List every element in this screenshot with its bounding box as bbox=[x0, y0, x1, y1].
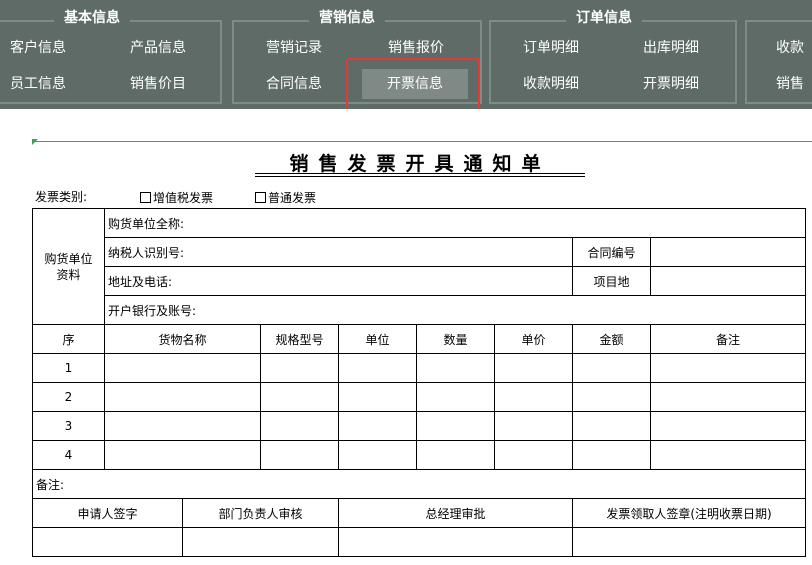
contract-info-button[interactable]: 合同信息 bbox=[252, 69, 336, 99]
taxpayer-id-cell[interactable]: 纳税人识别号: bbox=[104, 237, 573, 267]
project-location-label: 项目地 bbox=[572, 266, 651, 296]
amount-cell[interactable] bbox=[572, 411, 651, 441]
buyer-full-name-cell[interactable]: 购货单位全称: bbox=[103, 208, 807, 238]
unit-cell[interactable] bbox=[338, 353, 417, 383]
row-number: 1 bbox=[32, 353, 105, 383]
normal-checkbox[interactable] bbox=[255, 192, 266, 203]
spreadsheet-sheet: 销售发票开具通知单 发票类别: 增值税发票 普通发票 购货单位 资料 购货单位全… bbox=[0, 109, 812, 565]
dept-head-review-label: 部门负责人审核 bbox=[182, 498, 339, 528]
invoice-form-table: 购货单位 资料 购货单位全称: 纳税人识别号: 合同编号 地址及电话: 项目地 … bbox=[31, 208, 807, 557]
quantity-cell[interactable] bbox=[416, 353, 495, 383]
col-header-goods-name: 货物名称 bbox=[104, 324, 261, 354]
table-row: 2 bbox=[32, 382, 807, 412]
group-title-marketing-info: 营销信息 bbox=[309, 9, 385, 27]
goods-name-cell[interactable] bbox=[104, 411, 261, 441]
invoicing-details-button[interactable]: 开票明细 bbox=[630, 69, 712, 99]
gm-approval-label: 总经理审批 bbox=[338, 498, 573, 528]
product-info-button[interactable]: 产品信息 bbox=[118, 33, 198, 63]
remarks-cell[interactable] bbox=[649, 411, 807, 441]
unit-price-cell[interactable] bbox=[494, 440, 573, 470]
goods-name-cell[interactable] bbox=[104, 353, 261, 383]
dept-head-review-cell[interactable] bbox=[182, 527, 339, 557]
col-header-unit-price: 单价 bbox=[494, 324, 573, 354]
normal-invoice-label: 普通发票 bbox=[268, 191, 317, 205]
col-header-amount: 金额 bbox=[572, 324, 651, 354]
selection-highlight bbox=[346, 58, 480, 115]
employee-info-button[interactable]: 员工信息 bbox=[0, 69, 76, 99]
customer-info-button[interactable]: 客户信息 bbox=[0, 33, 76, 63]
group-title-basic-info: 基本信息 bbox=[54, 9, 130, 27]
row-number: 2 bbox=[32, 382, 105, 412]
unit-price-cell[interactable] bbox=[494, 353, 573, 383]
table-row: 4 bbox=[32, 440, 807, 470]
amount-cell[interactable] bbox=[572, 382, 651, 412]
vat-invoice-label: 增值税发票 bbox=[153, 191, 214, 205]
col-header-quantity: 数量 bbox=[416, 324, 495, 354]
vat-invoice-option[interactable]: 增值税发票 bbox=[140, 189, 213, 206]
project-location-value[interactable] bbox=[649, 266, 807, 296]
title-underline-2 bbox=[255, 176, 585, 177]
form-title: 销售发票开具通知单 bbox=[289, 153, 551, 175]
amount-cell[interactable] bbox=[572, 440, 651, 470]
row-number: 3 bbox=[32, 411, 105, 441]
col-header-unit: 单位 bbox=[338, 324, 417, 354]
outbound-details-button[interactable]: 出库明细 bbox=[630, 33, 712, 63]
quantity-cell[interactable] bbox=[416, 440, 495, 470]
unit-cell[interactable] bbox=[338, 440, 417, 470]
quantity-cell[interactable] bbox=[416, 382, 495, 412]
col-header-spec: 规格型号 bbox=[260, 324, 339, 354]
invoice-receiver-signature-label: 发票领取人签章(注明收票日期) bbox=[571, 498, 807, 528]
group-title-order-info: 订单信息 bbox=[566, 9, 642, 27]
goods-name-cell[interactable] bbox=[104, 440, 261, 470]
sales-partial-button[interactable]: 销售 bbox=[776, 69, 812, 99]
contract-no-label: 合同编号 bbox=[572, 237, 651, 267]
col-header-remarks: 备注 bbox=[649, 324, 807, 354]
vat-checkbox[interactable] bbox=[140, 192, 151, 203]
remarks-row[interactable]: 备注: bbox=[31, 469, 807, 499]
sales-price-button[interactable]: 销售价目 bbox=[118, 69, 198, 99]
payment-partial-button[interactable]: 收款 bbox=[776, 33, 812, 63]
marketing-records-button[interactable]: 营销记录 bbox=[252, 33, 336, 63]
title-underline bbox=[255, 173, 585, 174]
row-number: 4 bbox=[32, 440, 105, 470]
applicant-signature-label: 申请人签字 bbox=[32, 498, 183, 528]
contract-no-value[interactable] bbox=[649, 237, 807, 267]
spec-cell[interactable] bbox=[260, 411, 339, 441]
buyer-section-label: 购货单位 资料 bbox=[32, 208, 105, 325]
order-details-button[interactable]: 订单明细 bbox=[510, 33, 592, 63]
spec-cell[interactable] bbox=[260, 382, 339, 412]
unit-price-cell[interactable] bbox=[494, 411, 573, 441]
table-row: 3 bbox=[32, 411, 807, 441]
goods-name-cell[interactable] bbox=[104, 382, 261, 412]
spec-cell[interactable] bbox=[260, 353, 339, 383]
remarks-cell[interactable] bbox=[649, 353, 807, 383]
cell-corner-marker bbox=[32, 139, 38, 145]
remarks-cell[interactable] bbox=[649, 382, 807, 412]
amount-cell[interactable] bbox=[572, 353, 651, 383]
remarks-cell[interactable] bbox=[649, 440, 807, 470]
address-phone-cell[interactable]: 地址及电话: bbox=[104, 266, 573, 296]
table-row: 1 bbox=[32, 353, 807, 383]
col-header-seq: 序 bbox=[32, 324, 105, 354]
applicant-signature-cell[interactable] bbox=[32, 527, 183, 557]
unit-cell[interactable] bbox=[338, 382, 417, 412]
invoice-receiver-signature-cell[interactable] bbox=[571, 527, 807, 557]
bank-account-cell[interactable]: 开户银行及账号: bbox=[103, 295, 807, 325]
quantity-cell[interactable] bbox=[416, 411, 495, 441]
gm-approval-cell[interactable] bbox=[338, 527, 573, 557]
spec-cell[interactable] bbox=[260, 440, 339, 470]
unit-cell[interactable] bbox=[338, 411, 417, 441]
normal-invoice-option[interactable]: 普通发票 bbox=[255, 189, 316, 206]
invoice-type-label: 发票类别: bbox=[35, 190, 88, 204]
grid-top-line bbox=[32, 141, 812, 142]
payment-details-button[interactable]: 收款明细 bbox=[510, 69, 592, 99]
unit-price-cell[interactable] bbox=[494, 382, 573, 412]
